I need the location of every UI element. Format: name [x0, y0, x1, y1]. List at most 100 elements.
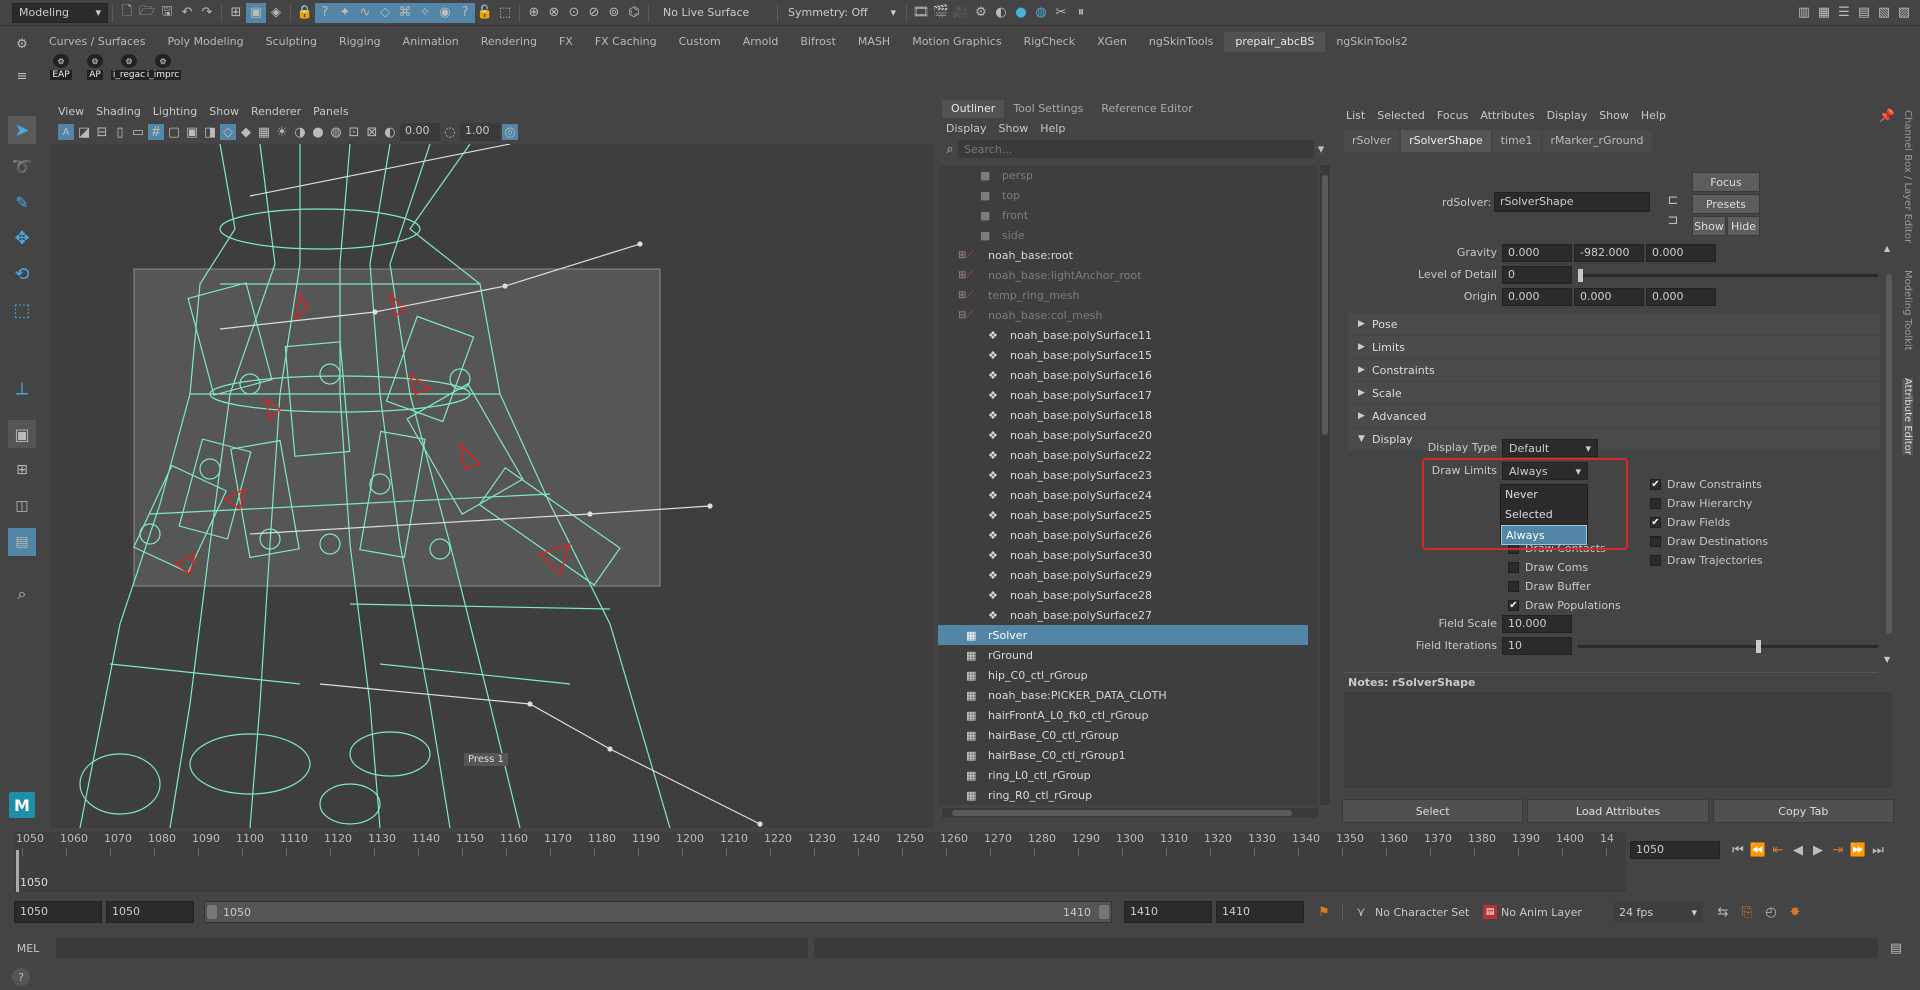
list-item[interactable]: ▦ ring_R0_ctl_rGroup — [938, 785, 1318, 805]
shelf-menu-icon[interactable]: ≡ — [12, 66, 32, 86]
render-view-icon[interactable]: 🎞 — [911, 3, 931, 23]
section-advanced[interactable]: ▶ Advanced — [1348, 405, 1880, 427]
select-render-icon[interactable]: ◉ — [435, 2, 455, 23]
viewport-menu-item[interactable]: Panels — [313, 105, 348, 118]
outliner-menu-item[interactable]: Display — [946, 122, 987, 135]
timeline[interactable]: 1050 1060 1070 1080 1090 1100 1110 1120 1130 1140… — [14, 832, 1626, 892]
viewport-menu-item[interactable]: Lighting — [153, 105, 197, 118]
select-component-icon[interactable]: ◈ — [266, 3, 286, 23]
lod-slider-handle[interactable] — [1578, 269, 1583, 282]
shelf-tab[interactable]: Arnold — [732, 32, 790, 52]
checkbox-row[interactable]: ✔ Draw Populations — [1508, 596, 1648, 615]
shelf-tab[interactable]: Custom — [668, 32, 732, 52]
fps-dropdown[interactable]: 24 fps ▾ — [1613, 902, 1703, 922]
ae-menu-item[interactable]: Display — [1547, 109, 1588, 122]
padlock-icon[interactable]: 🔓 — [475, 3, 495, 23]
checkbox[interactable] — [1508, 581, 1519, 592]
select-misc-icon[interactable]: ? — [455, 2, 475, 23]
open-scene-icon[interactable]: 🗁 — [137, 3, 157, 23]
render-settings-icon[interactable]: ⚙ — [971, 3, 991, 23]
checkbox-row[interactable]: Draw Destinations — [1650, 532, 1850, 551]
list-item[interactable]: ▦ ring_L0_ctl_rGroup — [938, 765, 1318, 785]
outliner-tab[interactable]: Tool Settings — [1004, 100, 1092, 118]
play-forward-icon[interactable]: ▶ — [1808, 840, 1828, 860]
shelf-gear-icon[interactable]: ⚙ — [12, 34, 32, 54]
checkbox[interactable]: ✔ — [1508, 600, 1519, 611]
ae-menu-item[interactable]: Show — [1599, 109, 1629, 122]
shelf-tab[interactable]: Bifrost — [789, 32, 847, 52]
list-item[interactable]: ❖ noah_base:polySurface20 — [938, 425, 1318, 445]
list-item[interactable]: ❖ noah_base:polySurface29 — [938, 565, 1318, 585]
checkbox-row[interactable]: ✔ Draw Constraints — [1650, 475, 1850, 494]
list-item[interactable]: ■ side — [938, 225, 1318, 245]
playback-start-field[interactable]: 1050 — [106, 901, 194, 923]
checkbox[interactable] — [1650, 498, 1661, 509]
ae-bottom-button[interactable]: Load Attributes — [1527, 799, 1709, 823]
list-item[interactable]: ■ persp — [938, 165, 1318, 185]
list-item[interactable]: ▦ rGround — [938, 645, 1318, 665]
node-name-field[interactable]: rSolverShape — [1494, 192, 1650, 212]
gravity-z-field[interactable]: 0.000 — [1646, 244, 1716, 262]
expand-icon[interactable]: ⊟ — [958, 310, 966, 321]
bookmark-icon[interactable]: ▯ — [112, 124, 128, 140]
viewport-menu-item[interactable]: Shading — [96, 105, 141, 118]
resolution-gate-icon[interactable]: ▣ — [184, 124, 200, 140]
list-item[interactable]: ▦ rSolver — [938, 625, 1308, 645]
ae-menu-item[interactable]: Help — [1641, 109, 1666, 122]
ae-menu-item[interactable]: Attributes — [1480, 109, 1534, 122]
range-slider[interactable]: 1050 1410 — [204, 901, 1112, 923]
isolate-icon[interactable]: ⊡ — [346, 124, 362, 140]
ae-vscroll[interactable]: ▲ ▼ — [1884, 244, 1894, 664]
focus-button[interactable]: Focus — [1692, 172, 1760, 192]
shelf-button[interactable]: ⚙ EAP — [44, 54, 78, 86]
shadows-icon[interactable]: ◑ — [292, 124, 308, 140]
move-tool-icon[interactable]: ✥ — [8, 224, 36, 252]
list-item[interactable]: ❖ noah_base:polySurface25 — [938, 505, 1318, 525]
gate-mask-icon[interactable]: ◨ — [202, 124, 218, 140]
section-constraints[interactable]: ▶ Constraints — [1348, 359, 1880, 381]
start-frame-field[interactable]: 1050 — [14, 901, 102, 923]
hscroll-thumb[interactable] — [952, 810, 1292, 816]
ae-menu-item[interactable]: Focus — [1437, 109, 1468, 122]
show-button[interactable]: Show — [1692, 216, 1726, 236]
sound-icon[interactable]: ◴ — [1761, 902, 1781, 922]
ae-menu-item[interactable]: Selected — [1377, 109, 1425, 122]
prev-key-icon[interactable]: ⇤ — [1768, 840, 1788, 860]
shelf-tab[interactable]: XGen — [1086, 32, 1138, 52]
undo-icon[interactable]: ↶ — [177, 3, 197, 23]
lock-camera-icon[interactable]: ⊟ — [94, 124, 110, 140]
preferences-icon[interactable]: ✸ — [1785, 902, 1805, 922]
expand-icon[interactable]: ⊞ — [958, 290, 966, 301]
list-item[interactable]: ⊞ ⟋ noah_base:lightAnchor_root — [938, 265, 1318, 285]
pin-icon[interactable]: 📌 — [1879, 106, 1895, 126]
xray-joints-icon[interactable]: ⊠ — [364, 124, 380, 140]
shelf-tab[interactable]: FX — [548, 32, 584, 52]
list-item[interactable]: ❖ noah_base:polySurface15 — [938, 345, 1318, 365]
list-item[interactable]: ❖ noah_base:polySurface17 — [938, 385, 1318, 405]
scroll-down-icon[interactable]: ▼ — [1884, 655, 1890, 664]
shelf-tab[interactable]: ngSkinTools2 — [1325, 32, 1418, 52]
list-item[interactable]: ▦ hairBase_C0_ctl_rGroup — [938, 725, 1318, 745]
mode-dropdown[interactable]: Modeling ▾ — [12, 2, 108, 23]
lod-field[interactable]: 0 — [1502, 266, 1572, 284]
playback-end-field[interactable]: 1410 — [1124, 901, 1212, 923]
exposure-field[interactable]: 0.00 — [400, 123, 440, 141]
shelf-tab[interactable]: Sculpting — [255, 32, 328, 52]
outliner-tab[interactable]: Reference Editor — [1092, 100, 1201, 118]
toggle-panel-icon[interactable]: ▨ — [1894, 3, 1914, 23]
shelf-tab[interactable]: Rendering — [470, 32, 548, 52]
list-item[interactable]: ❖ noah_base:polySurface22 — [938, 445, 1318, 465]
workspace-icon[interactable]: ▥ — [1794, 3, 1814, 23]
side-tab[interactable]: Attribute Editor — [1902, 378, 1913, 455]
lod-slider[interactable] — [1578, 269, 1878, 282]
list-item[interactable]: ❖ noah_base:polySurface16 — [938, 365, 1318, 385]
list-item[interactable]: ■ front — [938, 205, 1318, 225]
auto-key-icon[interactable]: ⚑ — [1314, 902, 1334, 922]
input-node-icon[interactable]: ⊏ — [1664, 190, 1682, 210]
shelf-tab[interactable]: ngSkinTools — [1138, 32, 1224, 52]
select-camera-icon[interactable]: A — [58, 124, 74, 140]
step-forward-key-icon[interactable]: ⏩ — [1848, 840, 1868, 860]
snap-surface-icon[interactable]: ⊚ — [604, 3, 624, 23]
side-tab[interactable]: Modeling Toolkit — [1902, 270, 1913, 351]
snap-grid-icon[interactable]: ⊕ — [524, 3, 544, 23]
